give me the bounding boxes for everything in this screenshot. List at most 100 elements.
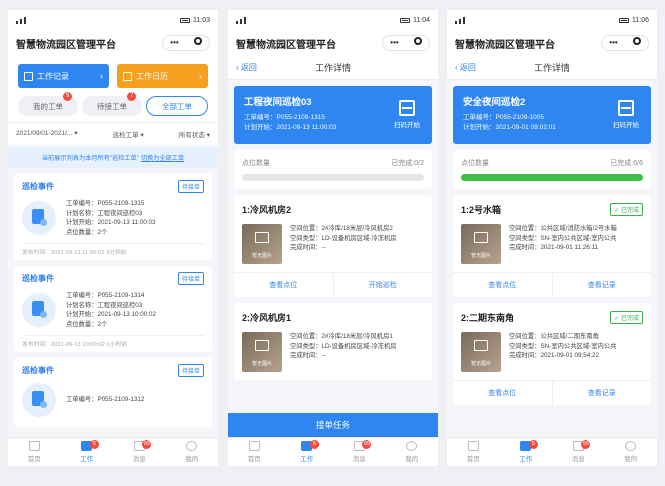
status-time: 11:06 (632, 16, 649, 24)
switch-all-link[interactable]: 切换为全部工单 (141, 155, 184, 162)
point-progress: 点位数量 已完成:0/2 (234, 150, 432, 189)
order-tabs: 我的工单 9 待接工单 7 全部工单 (8, 92, 218, 122)
tab-badge: 5 (89, 440, 99, 449)
miniprogram-capsule: ••• (601, 35, 649, 51)
card-title: 巡检事件 (22, 182, 54, 191)
user-icon (406, 441, 418, 451)
nav-bar: ‹ 返回 工作详情 (228, 56, 438, 80)
start-inspection-button[interactable]: 开始巡检 (332, 273, 433, 297)
document-icon (22, 201, 56, 235)
order-card[interactable]: 巡检事件 待接单 工单编号：P055-2109-1312 (14, 358, 212, 427)
view-point-button[interactable]: 查看点位 (234, 273, 333, 297)
back-button[interactable]: ‹ 返回 (455, 62, 476, 73)
filter-bar: 2021/09/01-2021/... ▾ 巡检工单 ▾ 所有状态 ▾ (8, 122, 218, 145)
view-point-button[interactable]: 查看点位 (453, 273, 552, 297)
work-detail-screen-completed: 11:06 智慧物流园区管理平台 ••• ‹ 返回 工作详情 安全夜间巡检2 工… (447, 10, 657, 466)
back-button[interactable]: ‹ 返回 (236, 62, 257, 73)
scan-icon (618, 100, 634, 116)
status-badge: 待接单 (177, 364, 204, 377)
more-icon[interactable]: ••• (383, 36, 406, 50)
tab-work[interactable]: 工作 5 (61, 438, 114, 466)
tab-work[interactable]: 工作 5 (281, 438, 334, 466)
order-card[interactable]: 巡检事件 待接单 工单编号：P055-2109-1315 计划名称：工程夜间巡检03… (14, 174, 212, 260)
point-thumbnail: 暂无图片 (242, 224, 282, 264)
view-record-button[interactable]: 查看记录 (551, 381, 652, 405)
close-icon[interactable] (186, 36, 209, 50)
image-icon (255, 232, 269, 243)
point-card: 2:二期东南角 ✓ 已完成 暂无图片 空间位置：公共区域/二期东南角 空间类型：SN… (453, 303, 651, 405)
image-icon (474, 340, 488, 351)
publish-time: 发布时间：2021-09-13 11:00:03 3分钟前 (22, 243, 204, 256)
tab-all-orders[interactable]: 全部工单 (146, 96, 208, 116)
card-details: 工单编号：P055-2109-1315 计划名称：工程夜间巡检03 计划开始：202… (66, 200, 156, 236)
point-details: 空间位置：公共区域/二期东南角 空间类型：SN-室内公共区域-室内公共 完成时间：2… (509, 333, 617, 359)
more-icon[interactable]: ••• (602, 36, 625, 50)
page-title: 工作详情 (533, 63, 570, 73)
scan-icon (399, 100, 415, 116)
miniprogram-capsule: ••• (382, 35, 430, 51)
point-details: 空间位置：2#冷库/18米层/冷风机房1 空间类型：LD-设备机房区域-冷冻机房完… (290, 333, 397, 359)
document-icon (22, 383, 56, 417)
work-calendar-button[interactable]: 工作日历 › (117, 64, 208, 88)
status-time: 11:03 (193, 16, 210, 24)
tab-me[interactable]: 我的 (605, 438, 658, 466)
tab-work[interactable]: 工作 5 (500, 438, 553, 466)
work-detail-screen-pending: 11:04 智慧物流园区管理平台 ••• ‹ 返回 工作详情 工程夜间巡检03 … (228, 10, 438, 466)
tab-messages[interactable]: 消息 99 (552, 438, 605, 466)
work-list-screen: 11:03 智慧物流园区管理平台 ••• 工作记录 › 工作日历 › 我的工单 9 待… (8, 10, 218, 466)
progress-fill (461, 174, 643, 181)
chevron-right-icon: › (199, 71, 202, 81)
tab-pending-orders[interactable]: 待接工单 7 (82, 92, 142, 116)
point-details: 空间位置：2#冷库/18米层/冷风机房2 空间类型：LD-设备机房区域-冷冻机房完… (290, 225, 397, 251)
point-title: 2:冷风机房1 (242, 313, 292, 323)
order-hero: 工程夜间巡检03 工单编号：P055-2109-1315 计划开始：2021-0… (234, 86, 432, 144)
progress-bar (461, 174, 643, 181)
scan-start-button[interactable]: 扫码开始 (609, 100, 643, 129)
more-icon[interactable]: ••• (163, 36, 186, 50)
order-card[interactable]: 巡检事件 待接单 工单编号：P055-2109-1314 计划名称：工程夜间巡检03… (14, 266, 212, 352)
tab-badge: 99 (581, 440, 591, 449)
tab-messages[interactable]: 消息 99 (333, 438, 386, 466)
tab-badge: 7 (127, 92, 136, 101)
user-icon (186, 441, 198, 451)
battery-icon (619, 17, 629, 23)
bottom-tab-bar: 首页 工作 5 消息 99 我的 (228, 437, 438, 466)
status-badge: 待接单 (177, 272, 204, 285)
work-record-button[interactable]: 工作记录 › (18, 64, 109, 88)
view-point-button[interactable]: 查看点位 (453, 381, 552, 405)
date-filter[interactable]: 2021/09/01-2021/... ▾ (16, 129, 77, 139)
tab-me[interactable]: 我的 (166, 438, 219, 466)
scan-start-button[interactable]: 扫码开始 (390, 100, 424, 129)
view-record-button[interactable]: 查看记录 (551, 273, 652, 297)
card-details: 工单编号：P055-2109-1314 计划名称：工程夜间巡检03 计划开始：202… (66, 292, 156, 328)
close-icon[interactable] (406, 36, 429, 50)
tab-badge: 99 (362, 440, 372, 449)
chevron-right-icon: › (100, 71, 103, 81)
completed-badge: ✓ 已完成 (610, 311, 643, 324)
status-bar: 11:04 (228, 10, 438, 30)
point-progress: 点位数量 已完成:6/6 (453, 150, 651, 189)
status-time: 11:04 (413, 16, 430, 24)
tab-badge: 5 (309, 440, 319, 449)
close-icon[interactable] (625, 36, 648, 50)
status-filter[interactable]: 所有状态 ▾ (179, 129, 210, 139)
status-bar: 11:06 (447, 10, 657, 30)
bottom-tab-bar: 首页 工作 5 消息 99 我的 (447, 437, 657, 466)
tab-my-orders[interactable]: 我的工单 9 (18, 92, 78, 116)
point-title: 2:二期东南角 (461, 313, 515, 323)
tab-me[interactable]: 我的 (386, 438, 439, 466)
list-notice: 当前展示列表为本月所有"巡检工单" 切换为全部工单 (8, 147, 218, 168)
signal-icon (455, 16, 465, 24)
point-card: 1:冷风机房2 暂无图片 空间位置：2#冷库/18米层/冷风机房2 空间类型：LD… (234, 195, 432, 297)
point-title: 1:冷风机房2 (242, 205, 292, 215)
type-filter[interactable]: 巡检工单 ▾ (113, 129, 144, 139)
battery-icon (400, 17, 410, 23)
tab-messages[interactable]: 消息 99 (113, 438, 166, 466)
progress-bar (242, 174, 424, 181)
tab-home[interactable]: 首页 (447, 438, 500, 466)
tab-home[interactable]: 首页 (8, 438, 61, 466)
point-thumbnail: 暂无图片 (242, 332, 282, 372)
tab-home[interactable]: 首页 (228, 438, 281, 466)
app-title-bar: 智慧物流园区管理平台 ••• (8, 30, 218, 56)
accept-task-button[interactable]: 接单任务 (228, 413, 438, 437)
